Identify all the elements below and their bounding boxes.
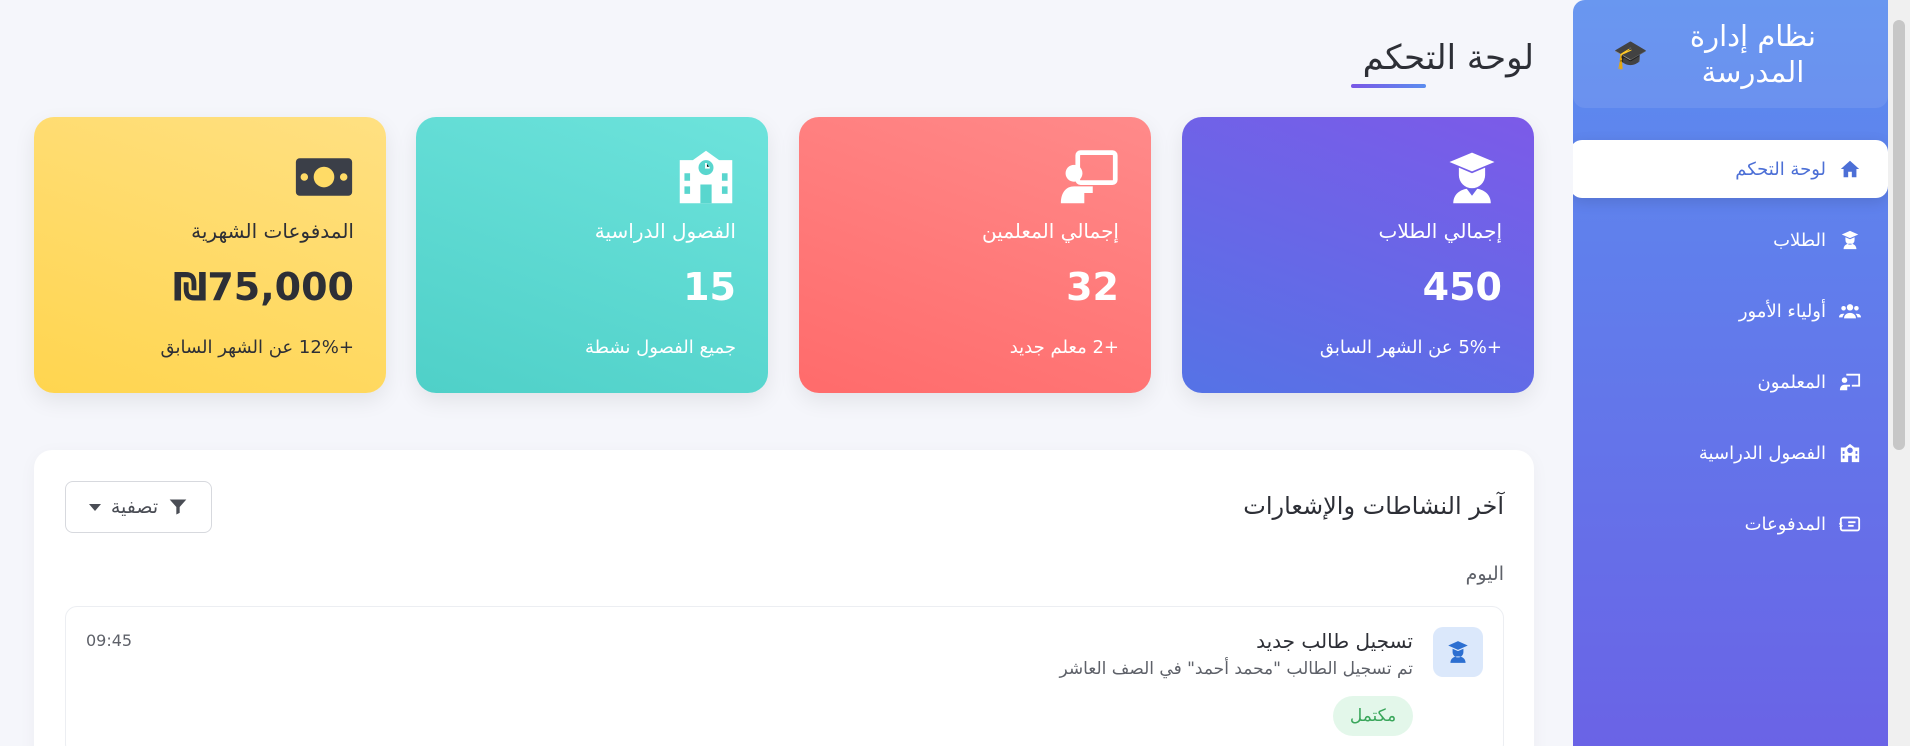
page-scrollbar[interactable]	[1888, 0, 1910, 746]
sidebar-item-label: لوحة التحكم	[1735, 158, 1826, 180]
teacher-board-icon	[1060, 150, 1118, 204]
scrollbar-thumb[interactable]	[1893, 20, 1905, 450]
stat-note: جميع الفصول نشطة	[584, 337, 736, 358]
stat-card-students[interactable]: إجمالي الطلاب 450 +5% عن الشهر السابق	[1182, 117, 1534, 393]
stat-card-teachers[interactable]: إجمالي المعلمين 32 +2 معلم جديد	[799, 117, 1151, 393]
stat-note: +2 معلم جديد	[1009, 337, 1119, 358]
chevron-down-icon	[88, 503, 101, 511]
sidebar-item-dashboard[interactable]: لوحة التحكم	[1573, 140, 1888, 198]
money-card-icon: $	[1838, 512, 1862, 536]
stat-note: +5% عن الشهر السابق	[1319, 337, 1502, 358]
money-bill-icon	[295, 158, 353, 196]
filter-button[interactable]: تصفية	[65, 481, 212, 533]
student-icon	[1838, 228, 1862, 252]
filter-icon	[169, 499, 187, 515]
stat-card-payments[interactable]: المدفوعات الشهرية ₪75,000 +12% عن الشهر …	[34, 117, 386, 393]
school-icon	[1838, 441, 1862, 465]
sidebar-header: نظام إدارة المدرسة 🎓	[1573, 0, 1888, 108]
sidebar-item-parents[interactable]: أولياء الأمور	[1573, 282, 1888, 340]
activities-title: آخر النشاطات والإشعارات	[1243, 492, 1504, 520]
sidebar-item-label: المدفوعات	[1744, 513, 1826, 535]
sidebar-nav: لوحة التحكم الطلاب أولياء الأمور المعلمو…	[1573, 140, 1888, 553]
school-icon	[679, 150, 733, 204]
users-icon	[1838, 299, 1862, 323]
app-title: نظام إدارة المدرسة	[1689, 19, 1816, 89]
activities-panel: آخر النشاطات والإشعارات تصفية اليوم تسجي…	[34, 450, 1534, 746]
day-label: اليوم	[1465, 563, 1504, 585]
activity-time: 09:45	[86, 631, 133, 650]
sidebar-item-teachers[interactable]: المعلمون	[1573, 353, 1888, 411]
stat-label: الفصول الدراسية	[594, 219, 736, 243]
status-badge: مكتمل	[1333, 696, 1413, 736]
stat-value: 32	[1066, 265, 1119, 309]
sidebar-item-students[interactable]: الطلاب	[1573, 211, 1888, 269]
sidebar-item-classes[interactable]: الفصول الدراسية	[1573, 424, 1888, 482]
sidebar-item-label: أولياء الأمور	[1738, 300, 1826, 322]
sidebar-item-payments[interactable]: $ المدفوعات	[1573, 495, 1888, 553]
stat-card-classes[interactable]: الفصول الدراسية 15 جميع الفصول نشطة	[416, 117, 768, 393]
activity-item[interactable]: تسجيل طالب جديد تم تسجيل الطالب "محمد أح…	[65, 606, 1504, 746]
stat-value: ₪75,000	[172, 265, 354, 309]
graduation-cap-icon: 🎓	[1613, 37, 1648, 71]
student-icon	[1433, 627, 1483, 677]
svg-text:$: $	[1839, 520, 1843, 529]
activity-description: تم تسجيل الطالب "محمد أحمد" في الصف العا…	[1059, 659, 1413, 679]
sidebar-item-label: المعلمون	[1757, 371, 1826, 393]
stat-note: +12% عن الشهر السابق	[160, 337, 354, 358]
sidebar-item-label: الفصول الدراسية	[1698, 442, 1826, 464]
stat-label: إجمالي المعلمين	[981, 219, 1119, 243]
stat-value: 15	[683, 265, 736, 309]
home-icon	[1838, 157, 1862, 181]
filter-label: تصفية	[110, 496, 159, 518]
sidebar-item-label: الطلاب	[1773, 229, 1826, 251]
activity-title: تسجيل طالب جديد	[1256, 629, 1413, 653]
teacher-board-icon	[1838, 370, 1862, 394]
graduate-icon	[1449, 152, 1495, 204]
title-underline	[1351, 84, 1426, 88]
page-title: لوحة التحكم	[1362, 38, 1534, 78]
stat-label: المدفوعات الشهرية	[191, 219, 354, 243]
stat-label: إجمالي الطلاب	[1378, 219, 1502, 243]
stat-value: 450	[1422, 265, 1502, 309]
sidebar: نظام إدارة المدرسة 🎓 لوحة التحكم الطلاب …	[1573, 0, 1888, 746]
